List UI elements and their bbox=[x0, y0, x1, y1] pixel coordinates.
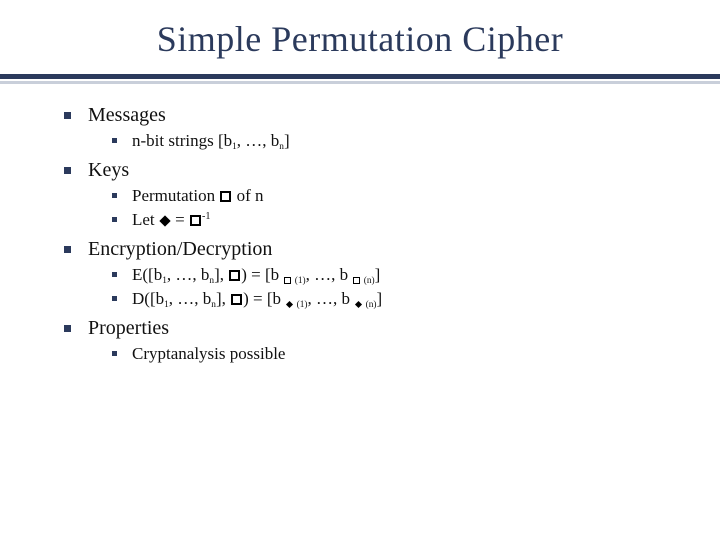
pi-icon bbox=[220, 191, 231, 202]
title-divider bbox=[0, 74, 720, 84]
list-item: Permutation of n bbox=[112, 186, 672, 206]
pi-icon bbox=[353, 277, 360, 284]
sub-pi: (n) bbox=[352, 276, 374, 286]
slide: Simple Permutation Cipher Messages n-bit… bbox=[0, 0, 720, 540]
list-item: n-bit strings [b1, …, bn] bbox=[112, 131, 672, 151]
section-keys: Keys Permutation of n Let = -1 bbox=[64, 159, 672, 230]
sigma-icon bbox=[159, 215, 170, 226]
sigma-icon bbox=[355, 301, 362, 308]
bullet-list: Messages n-bit strings [b1, …, bn] Keys … bbox=[64, 104, 672, 364]
sub-sigma: (1) bbox=[285, 300, 307, 310]
slide-title: Simple Permutation Cipher bbox=[0, 0, 720, 74]
sub-sigma: (n) bbox=[354, 300, 376, 310]
section-heading: Encryption/Decryption bbox=[88, 238, 272, 260]
pi-icon bbox=[229, 270, 240, 281]
list-item: D([b1, …, bn], ) = [b (1), …, b (n)] bbox=[112, 289, 672, 309]
section-heading: Properties bbox=[88, 317, 169, 339]
sigma-icon bbox=[286, 301, 293, 308]
pi-icon bbox=[231, 294, 242, 305]
slide-content: Messages n-bit strings [b1, …, bn] Keys … bbox=[0, 84, 720, 364]
list-item: Let = -1 bbox=[112, 210, 672, 230]
section-encryption-decryption: Encryption/Decryption E([b1, …, bn], ) =… bbox=[64, 238, 672, 309]
pi-icon bbox=[190, 215, 201, 226]
section-heading: Keys bbox=[88, 159, 129, 181]
list-item: E([b1, …, bn], ) = [b (1), …, b (n)] bbox=[112, 265, 672, 285]
sub-pi: (1) bbox=[283, 276, 305, 286]
list-item: Cryptanalysis possible bbox=[112, 344, 672, 364]
section-messages: Messages n-bit strings [b1, …, bn] bbox=[64, 104, 672, 151]
pi-icon bbox=[284, 277, 291, 284]
section-properties: Properties Cryptanalysis possible bbox=[64, 317, 672, 364]
section-heading: Messages bbox=[88, 104, 166, 126]
